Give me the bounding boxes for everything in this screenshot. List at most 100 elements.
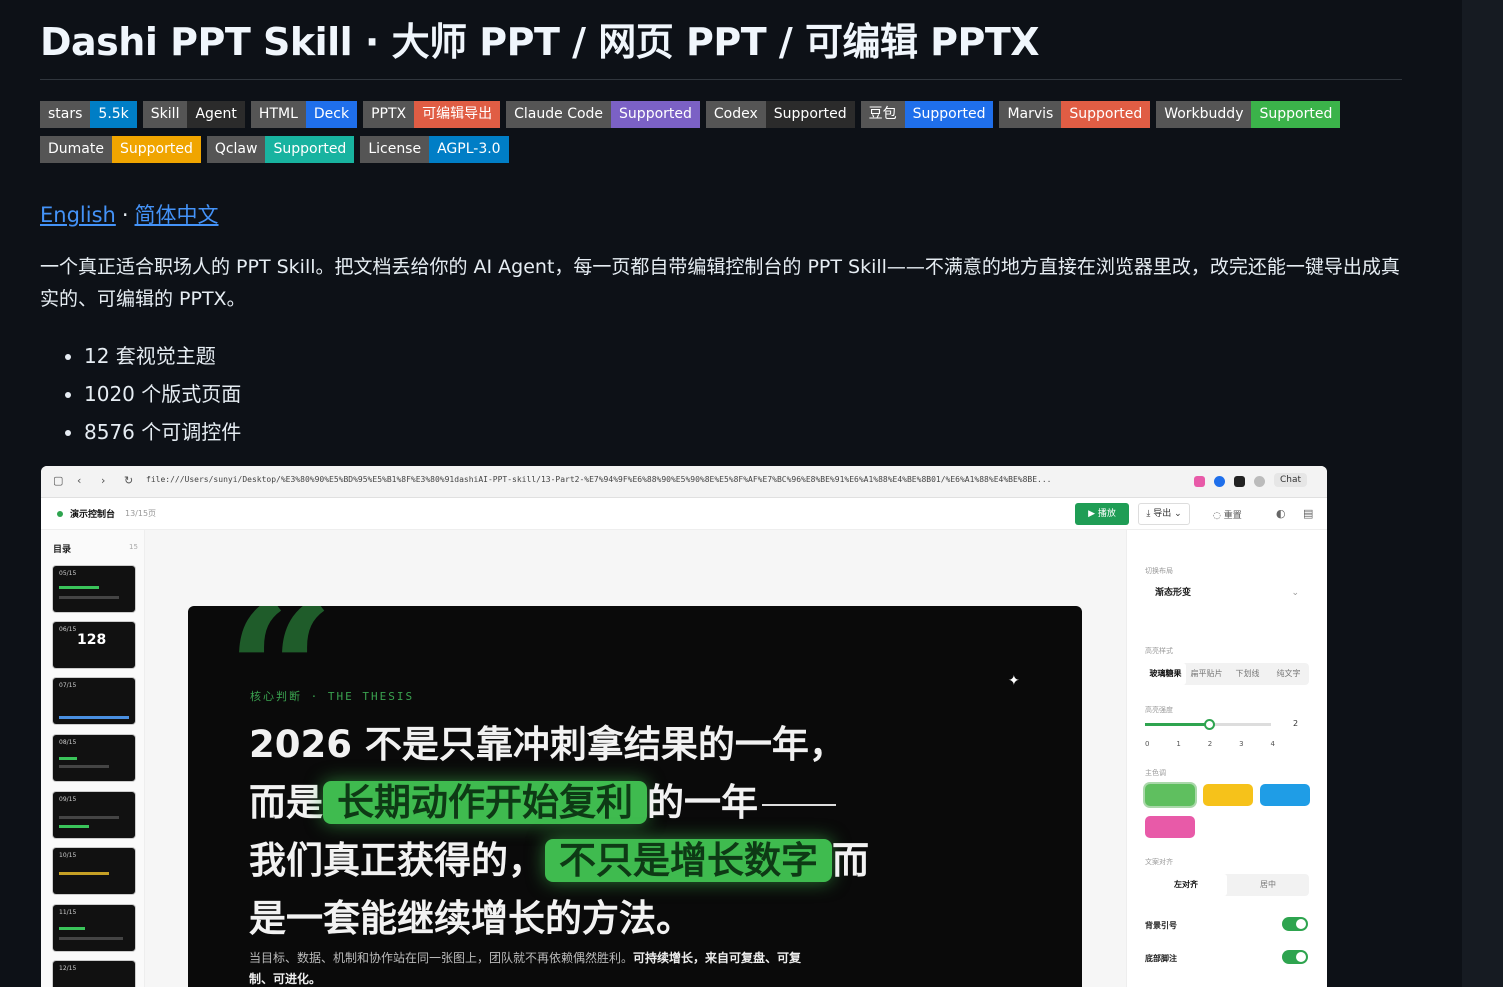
badge-pptx[interactable]: PPTX 可编辑导出 bbox=[363, 101, 501, 128]
badge-label: PPTX bbox=[363, 101, 415, 128]
chat-button: Chat bbox=[1274, 473, 1308, 487]
chevron-down-icon: ⌄ bbox=[1291, 588, 1299, 598]
highlight-phrase: 不只是增长数字 bbox=[545, 839, 832, 882]
language-switcher: English · 简体中文 bbox=[40, 201, 1402, 229]
console-toolbar: 演示控制台 13/15页 ▶ 播放 ⤓ 导出 ⌄ ◌ 重置 ◐ ▤ bbox=[41, 498, 1327, 530]
badge-豆包[interactable]: 豆包 Supported bbox=[860, 101, 994, 128]
thumbs-count: 15 bbox=[129, 543, 138, 551]
control-panel: 切换布局 渐态形变 ⌄ 高亮样式 玻璃糖果 扁平贴片 下划线 纯文字 高亮强度 2 01… bbox=[1126, 530, 1327, 987]
headline-line: 而是 长期动作开始复利 的一年 bbox=[249, 774, 1049, 832]
description: 一个真正适合职场人的 PPT Skill。把文档丢给你的 AI Agent，每一… bbox=[40, 256, 1400, 310]
page-title: Dashi PPT Skill · 大师 PPT / 网页 PPT / 可编辑 … bbox=[40, 0, 1402, 80]
slide-thumbnail: 09/15 bbox=[53, 792, 135, 838]
sidebar-toggle-icon: ▢ bbox=[53, 474, 64, 487]
panel-label: 文案对齐 bbox=[1145, 858, 1173, 866]
readme-content: Dashi PPT Skill · 大师 PPT / 网页 PPT / 可编辑 … bbox=[40, 0, 1402, 451]
lang-separator: · bbox=[121, 203, 129, 227]
feature-item: 1020 个版式页面 bbox=[84, 375, 1402, 413]
badge-label: Claude Code bbox=[506, 101, 612, 128]
chinese-link[interactable]: 简体中文 bbox=[135, 203, 219, 227]
badge-stars[interactable]: stars 5.5k bbox=[40, 101, 137, 128]
color-swatch bbox=[1145, 816, 1195, 838]
badge-label: stars bbox=[40, 101, 91, 128]
badge-label: License bbox=[360, 136, 430, 163]
extension-icon bbox=[1254, 476, 1265, 487]
badge-label: Marvis bbox=[999, 101, 1062, 128]
badge-label: Skill bbox=[142, 101, 188, 128]
badge-skill[interactable]: Skill Agent bbox=[142, 101, 245, 128]
panel-label: 主色调 bbox=[1145, 769, 1166, 777]
slide-kicker: 核心判断 · THE THESIS bbox=[250, 690, 415, 703]
panel-label: 高亮样式 bbox=[1145, 647, 1173, 655]
slide-thumbnail: 11/15 bbox=[53, 905, 135, 951]
slide-thumbnail: 06/15 128 bbox=[53, 622, 135, 668]
current-slide: “ 核心判断 · THE THESIS ✦ 2026 不是只靠冲刺拿结果的一年，… bbox=[188, 606, 1082, 987]
console-name: 演示控制台 bbox=[70, 510, 116, 520]
badge-codex[interactable]: Codex Supported bbox=[705, 101, 855, 128]
feature-item: 8576 个可调控件 bbox=[84, 413, 1402, 451]
badge-qclaw[interactable]: Qclaw Supported bbox=[206, 136, 355, 163]
badge-value: Supported bbox=[1061, 101, 1151, 128]
option-label: 底部脚注 bbox=[1145, 954, 1177, 963]
scrollbar[interactable] bbox=[1462, 0, 1503, 987]
headline-line: 是一套能继续增长的方法。 bbox=[249, 897, 693, 940]
highlight-style-segmented: 玻璃糖果 扁平贴片 下划线 纯文字 bbox=[1145, 663, 1309, 685]
demo-screenshot: ▢ ‹ › ↻ file:///Users/sunyi/Desktop/%E3%… bbox=[41, 466, 1327, 987]
browser-url: file:///Users/sunyi/Desktop/%E3%80%90%E5… bbox=[146, 475, 1052, 484]
theme-icon: ◐ bbox=[1276, 507, 1286, 520]
badge-dumate[interactable]: Dumate Supported bbox=[40, 136, 201, 163]
badge-value: Supported bbox=[111, 136, 201, 163]
feature-list: 12 套视觉主题 1020 个版式页面 8576 个可调控件 bbox=[40, 337, 1402, 451]
slide-stage: “ 核心判断 · THE THESIS ✦ 2026 不是只靠冲刺拿结果的一年，… bbox=[145, 530, 1126, 987]
badge-label: HTML bbox=[250, 101, 306, 128]
slider-ticks: 01234 bbox=[1145, 740, 1275, 748]
slide-thumbnail: 12/15 bbox=[53, 961, 135, 987]
badge-workbuddy[interactable]: Workbuddy Supported bbox=[1156, 101, 1341, 128]
panel-icon: ▤ bbox=[1303, 507, 1314, 520]
badge-html[interactable]: HTML Deck bbox=[250, 101, 358, 128]
badge-value: Deck bbox=[305, 101, 358, 128]
browser-url-bar: ▢ ‹ › ↻ file:///Users/sunyi/Desktop/%E3%… bbox=[41, 466, 1327, 498]
reload-icon: ↻ bbox=[124, 474, 134, 487]
badge-label: Qclaw bbox=[206, 136, 266, 163]
layout-select: 渐态形变 ⌄ bbox=[1145, 581, 1309, 605]
slide-thumbnail: 08/15 bbox=[53, 735, 135, 781]
readme-page: Dashi PPT Skill · 大师 PPT / 网页 PPT / 可编辑 … bbox=[0, 0, 1462, 987]
color-swatch bbox=[1145, 784, 1195, 806]
badge-marvis[interactable]: Marvis Supported bbox=[999, 101, 1151, 128]
intensity-slider bbox=[1145, 719, 1271, 730]
option-label: 背景引号 bbox=[1145, 921, 1177, 930]
back-icon: ‹ bbox=[77, 474, 82, 487]
headline-line: 我们真正获得的， 不只是增长数字而 bbox=[249, 839, 869, 882]
badge-claude-code[interactable]: Claude Code Supported bbox=[506, 101, 700, 128]
forward-icon: › bbox=[101, 474, 106, 487]
badge-value: Agent bbox=[187, 101, 245, 128]
page-counter: 13/15页 bbox=[125, 509, 157, 518]
badge-value: Supported bbox=[1251, 101, 1341, 128]
english-link[interactable]: English bbox=[40, 203, 116, 227]
slide-thumbnail: 05/15 bbox=[53, 566, 135, 612]
badge-license[interactable]: License AGPL-3.0 bbox=[360, 136, 509, 163]
panel-label: 切换布局 bbox=[1145, 567, 1173, 575]
slide-thumbnail: 07/15 bbox=[53, 678, 135, 724]
reset-button: ◌ 重置 bbox=[1213, 511, 1242, 521]
sparkle-icon: ✦ bbox=[1008, 673, 1020, 689]
play-button: ▶ 播放 bbox=[1075, 503, 1129, 525]
slide-thumbnail: 10/15 bbox=[53, 848, 135, 894]
badge-value: Supported bbox=[265, 136, 355, 163]
badge-value: Supported bbox=[765, 101, 855, 128]
feature-item: 12 套视觉主题 bbox=[84, 337, 1402, 375]
badge-value: Supported bbox=[904, 101, 994, 128]
headline-line: 2026 不是只靠冲刺拿结果的一年， bbox=[249, 723, 846, 766]
badge-row: stars 5.5k Skill Agent HTML Deck PPTX 可编辑导出 Clau… bbox=[40, 101, 1370, 163]
panel-label: 高亮强度 bbox=[1145, 706, 1173, 714]
slide-subtext: 当目标、数据、机制和协作站在同一张图上，团队就不再依赖偶然胜利。可持续增长，来自… bbox=[249, 951, 802, 986]
status-dot bbox=[57, 511, 63, 517]
slider-value: 2 bbox=[1293, 719, 1299, 728]
color-swatch bbox=[1203, 784, 1253, 806]
badge-value: Supported bbox=[611, 101, 700, 128]
badge-label: Workbuddy bbox=[1156, 101, 1252, 128]
thumbs-header: 目录 bbox=[53, 545, 72, 555]
color-swatch bbox=[1260, 784, 1310, 806]
highlight-phrase: 长期动作开始复利 bbox=[323, 781, 647, 824]
